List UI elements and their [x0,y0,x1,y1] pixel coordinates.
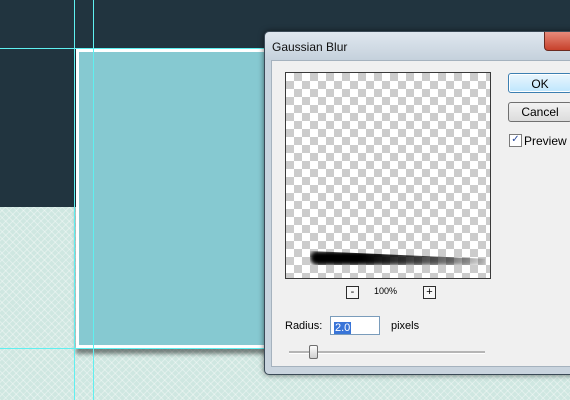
blurred-shadow-preview [310,251,485,265]
teal-card-shape [76,49,274,348]
zoom-in-button[interactable]: + [423,286,436,299]
radius-label: Radius: [285,320,323,332]
zoom-out-button[interactable]: - [346,286,359,299]
radius-unit-label: pixels [391,320,420,332]
filter-preview-area[interactable] [285,72,491,279]
close-button[interactable] [544,32,570,51]
cancel-button[interactable]: Cancel [508,102,570,122]
guide-line-vertical[interactable] [74,0,75,400]
radius-slider-track[interactable] [289,351,485,354]
dialog-titlebar[interactable]: Gaussian Blur [265,32,570,60]
zoom-level: 100% [374,286,398,296]
guide-line-vertical[interactable] [93,0,94,400]
preview-label: Preview [524,134,567,148]
gaussian-blur-dialog: Gaussian Blur - 100% + Radius: 2.0 pixel… [264,31,570,375]
dialog-body: - 100% + Radius: 2.0 pixels OK Cancel ✓ … [271,60,570,367]
radius-value: 2.0 [334,322,352,334]
dialog-title: Gaussian Blur [272,40,348,54]
radius-input[interactable]: 2.0 [330,316,380,335]
radius-slider-thumb[interactable] [309,345,318,359]
ok-button[interactable]: OK [508,73,570,93]
preview-checkbox[interactable]: ✓ [509,134,522,147]
checkmark-icon: ✓ [511,134,520,145]
